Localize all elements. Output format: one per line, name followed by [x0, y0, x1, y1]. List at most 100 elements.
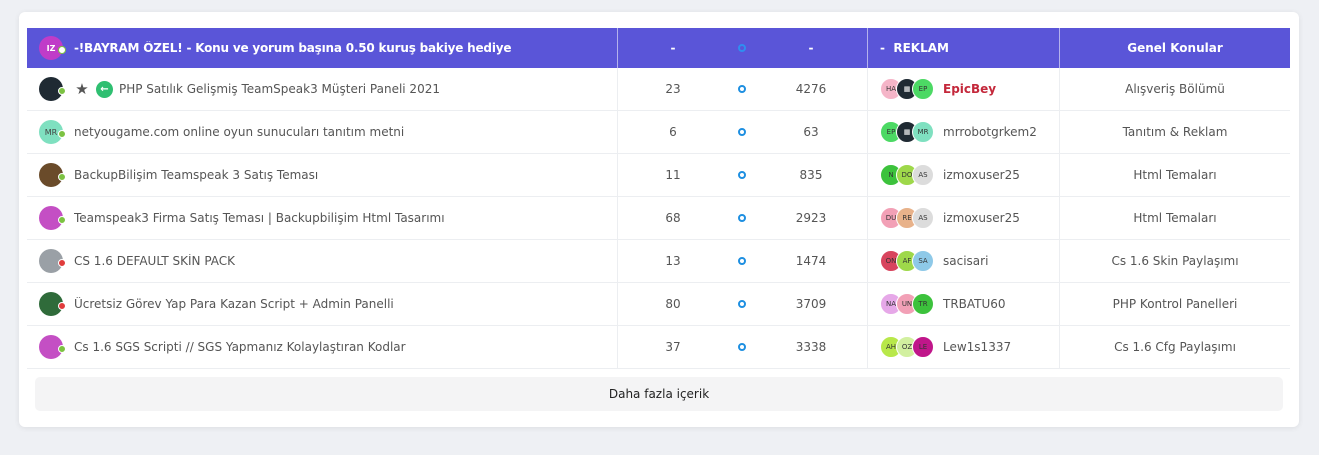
stats-dot	[728, 300, 756, 308]
header-avatar-initials: IZ	[46, 43, 56, 53]
participant-avatar[interactable]: MR	[912, 121, 934, 143]
avatar[interactable]	[39, 292, 66, 316]
table-row[interactable]: Cs 1.6 SGS Scripti // SGS Yapmanız Kolay…	[27, 326, 1290, 369]
table-row[interactable]: Teamspeak3 Firma Satış Teması | Backupbi…	[27, 197, 1290, 240]
stats-cell: 23 4276	[618, 68, 868, 110]
last-post-cell: HA ▦ EP EpicBey	[868, 68, 1060, 110]
table-row[interactable]: BackupBilişim Teamspeak 3 Satış Teması 11…	[27, 154, 1290, 197]
header-forum-label[interactable]: Genel Konular	[1127, 41, 1223, 55]
header-avatar[interactable]: IZ	[39, 36, 66, 60]
participant-avatars: ON AF SA	[880, 250, 934, 272]
forum-link[interactable]: Html Temaları	[1133, 211, 1216, 225]
topic-title[interactable]: BackupBilişim Teamspeak 3 Satış Teması	[74, 168, 318, 182]
topic-cell: Cs 1.6 SGS Scripti // SGS Yapmanız Kolay…	[27, 326, 618, 368]
table-row[interactable]: ★ ← PHP Satılık Gelişmiş TeamSpeak3 Müşter…	[27, 68, 1290, 111]
stats-dot	[728, 171, 756, 179]
stats-cell: 13 1474	[618, 240, 868, 282]
participant-avatar[interactable]: AS	[912, 164, 934, 186]
status-dot	[58, 173, 66, 181]
topic-cell: Teamspeak3 Firma Satış Teması | Backupbi…	[27, 197, 618, 239]
forum-cell: Html Temaları	[1060, 154, 1290, 196]
avatar[interactable]	[39, 163, 66, 187]
ring-icon	[738, 171, 746, 179]
topic-title[interactable]: Cs 1.6 SGS Scripti // SGS Yapmanız Kolay…	[74, 340, 406, 354]
header-last-label[interactable]: - REKLAM	[880, 41, 949, 55]
header-row[interactable]: IZ -!BAYRAM ÖZEL! - Konu ve yorum başına…	[27, 28, 1290, 68]
header-dot	[728, 44, 756, 52]
topics-table: IZ -!BAYRAM ÖZEL! - Konu ve yorum başına…	[27, 28, 1290, 369]
stats-cell: 11 835	[618, 154, 868, 196]
status-dot	[58, 345, 66, 353]
last-poster-name[interactable]: sacisari	[943, 254, 988, 268]
header-forum-cell[interactable]: Genel Konular	[1060, 28, 1290, 68]
header-views: -	[808, 41, 814, 55]
status-dot	[58, 130, 66, 138]
forum-cell: Alışveriş Bölümü	[1060, 68, 1290, 110]
forum-link[interactable]: Tanıtım & Reklam	[1123, 125, 1228, 139]
participant-avatar[interactable]: EP	[912, 78, 934, 100]
stats-cell: 80 3709	[618, 283, 868, 325]
view-count: 2923	[795, 211, 827, 225]
last-post-cell: ON AF SA sacisari	[868, 240, 1060, 282]
reply-count: 23	[665, 82, 681, 96]
last-poster-name[interactable]: izmoxuser25	[943, 168, 1020, 182]
last-poster-name[interactable]: izmoxuser25	[943, 211, 1020, 225]
ring-icon	[738, 128, 746, 136]
forum-cell: Html Temaları	[1060, 197, 1290, 239]
last-poster-name[interactable]: EpicBey	[943, 82, 996, 96]
header-topic-cell[interactable]: IZ -!BAYRAM ÖZEL! - Konu ve yorum başına…	[27, 28, 618, 68]
topic-title[interactable]: Ücretsiz Görev Yap Para Kazan Script + A…	[74, 297, 394, 311]
table-row[interactable]: CS 1.6 DEFAULT SKİN PACK 13 1474 ON AF SA saci…	[27, 240, 1290, 283]
participant-avatars: NA UN TR	[880, 293, 934, 315]
forum-link[interactable]: Alışveriş Bölümü	[1125, 82, 1225, 96]
last-poster-name[interactable]: mrrobotgrkem2	[943, 125, 1037, 139]
forum-link[interactable]: PHP Kontrol Panelleri	[1113, 297, 1238, 311]
forum-link[interactable]: Cs 1.6 Cfg Paylaşımı	[1114, 340, 1236, 354]
last-post-cell: DU RE AS izmoxuser25	[868, 197, 1060, 239]
participant-avatar[interactable]: AS	[912, 207, 934, 229]
view-count: 1474	[795, 254, 827, 268]
topic-cell: MR netyougame.com online oyun sunucuları …	[27, 111, 618, 153]
avatar[interactable]	[39, 249, 66, 273]
header-last-cell[interactable]: - REKLAM	[868, 28, 1060, 68]
topics-card: IZ -!BAYRAM ÖZEL! - Konu ve yorum başına…	[19, 12, 1299, 427]
status-dot	[58, 302, 66, 310]
header-replies: -	[670, 41, 676, 55]
stats-cell: 6 63	[618, 111, 868, 153]
ring-icon	[738, 214, 746, 222]
table-row[interactable]: MR netyougame.com online oyun sunucuları …	[27, 111, 1290, 154]
participant-avatar[interactable]: LE	[912, 336, 934, 358]
header-title[interactable]: -!BAYRAM ÖZEL! - Konu ve yorum başına 0.…	[74, 41, 511, 55]
participant-avatar[interactable]: TR	[912, 293, 934, 315]
avatar[interactable]: MR	[39, 120, 66, 144]
avatar[interactable]	[39, 335, 66, 359]
ring-icon	[738, 257, 746, 265]
avatar[interactable]	[39, 77, 66, 101]
topic-title[interactable]: CS 1.6 DEFAULT SKİN PACK	[74, 254, 235, 268]
topic-cell: ★ ← PHP Satılık Gelişmiş TeamSpeak3 Müşter…	[27, 68, 618, 110]
topic-title[interactable]: Teamspeak3 Firma Satış Teması | Backupbi…	[74, 211, 445, 225]
forum-link[interactable]: Cs 1.6 Skin Paylaşımı	[1111, 254, 1238, 268]
topic-cell: Ücretsiz Görev Yap Para Kazan Script + A…	[27, 283, 618, 325]
participant-avatars: HA ▦ EP	[880, 78, 934, 100]
reply-count: 37	[665, 340, 681, 354]
reply-count: 68	[665, 211, 681, 225]
more-content-button[interactable]: Daha fazla içerik	[35, 377, 1283, 411]
ring-icon	[738, 44, 746, 52]
topic-title[interactable]: netyougame.com online oyun sunucuları ta…	[74, 125, 404, 139]
arrow-left-icon: ←	[96, 80, 113, 98]
view-count: 835	[799, 168, 823, 182]
header-stats-cell: - -	[618, 28, 868, 68]
reply-count: 11	[665, 168, 681, 182]
participant-avatar[interactable]: SA	[912, 250, 934, 272]
last-poster-name[interactable]: TRBATU60	[943, 297, 1006, 311]
reply-count: 13	[665, 254, 681, 268]
ring-icon	[738, 85, 746, 93]
table-row[interactable]: Ücretsiz Görev Yap Para Kazan Script + A…	[27, 283, 1290, 326]
forum-link[interactable]: Html Temaları	[1133, 168, 1216, 182]
participant-avatars: DU RE AS	[880, 207, 934, 229]
participant-avatars: N DO AS	[880, 164, 934, 186]
topic-title[interactable]: PHP Satılık Gelişmiş TeamSpeak3 Müşteri …	[119, 82, 440, 96]
last-poster-name[interactable]: Lew1s1337	[943, 340, 1011, 354]
avatar[interactable]	[39, 206, 66, 230]
